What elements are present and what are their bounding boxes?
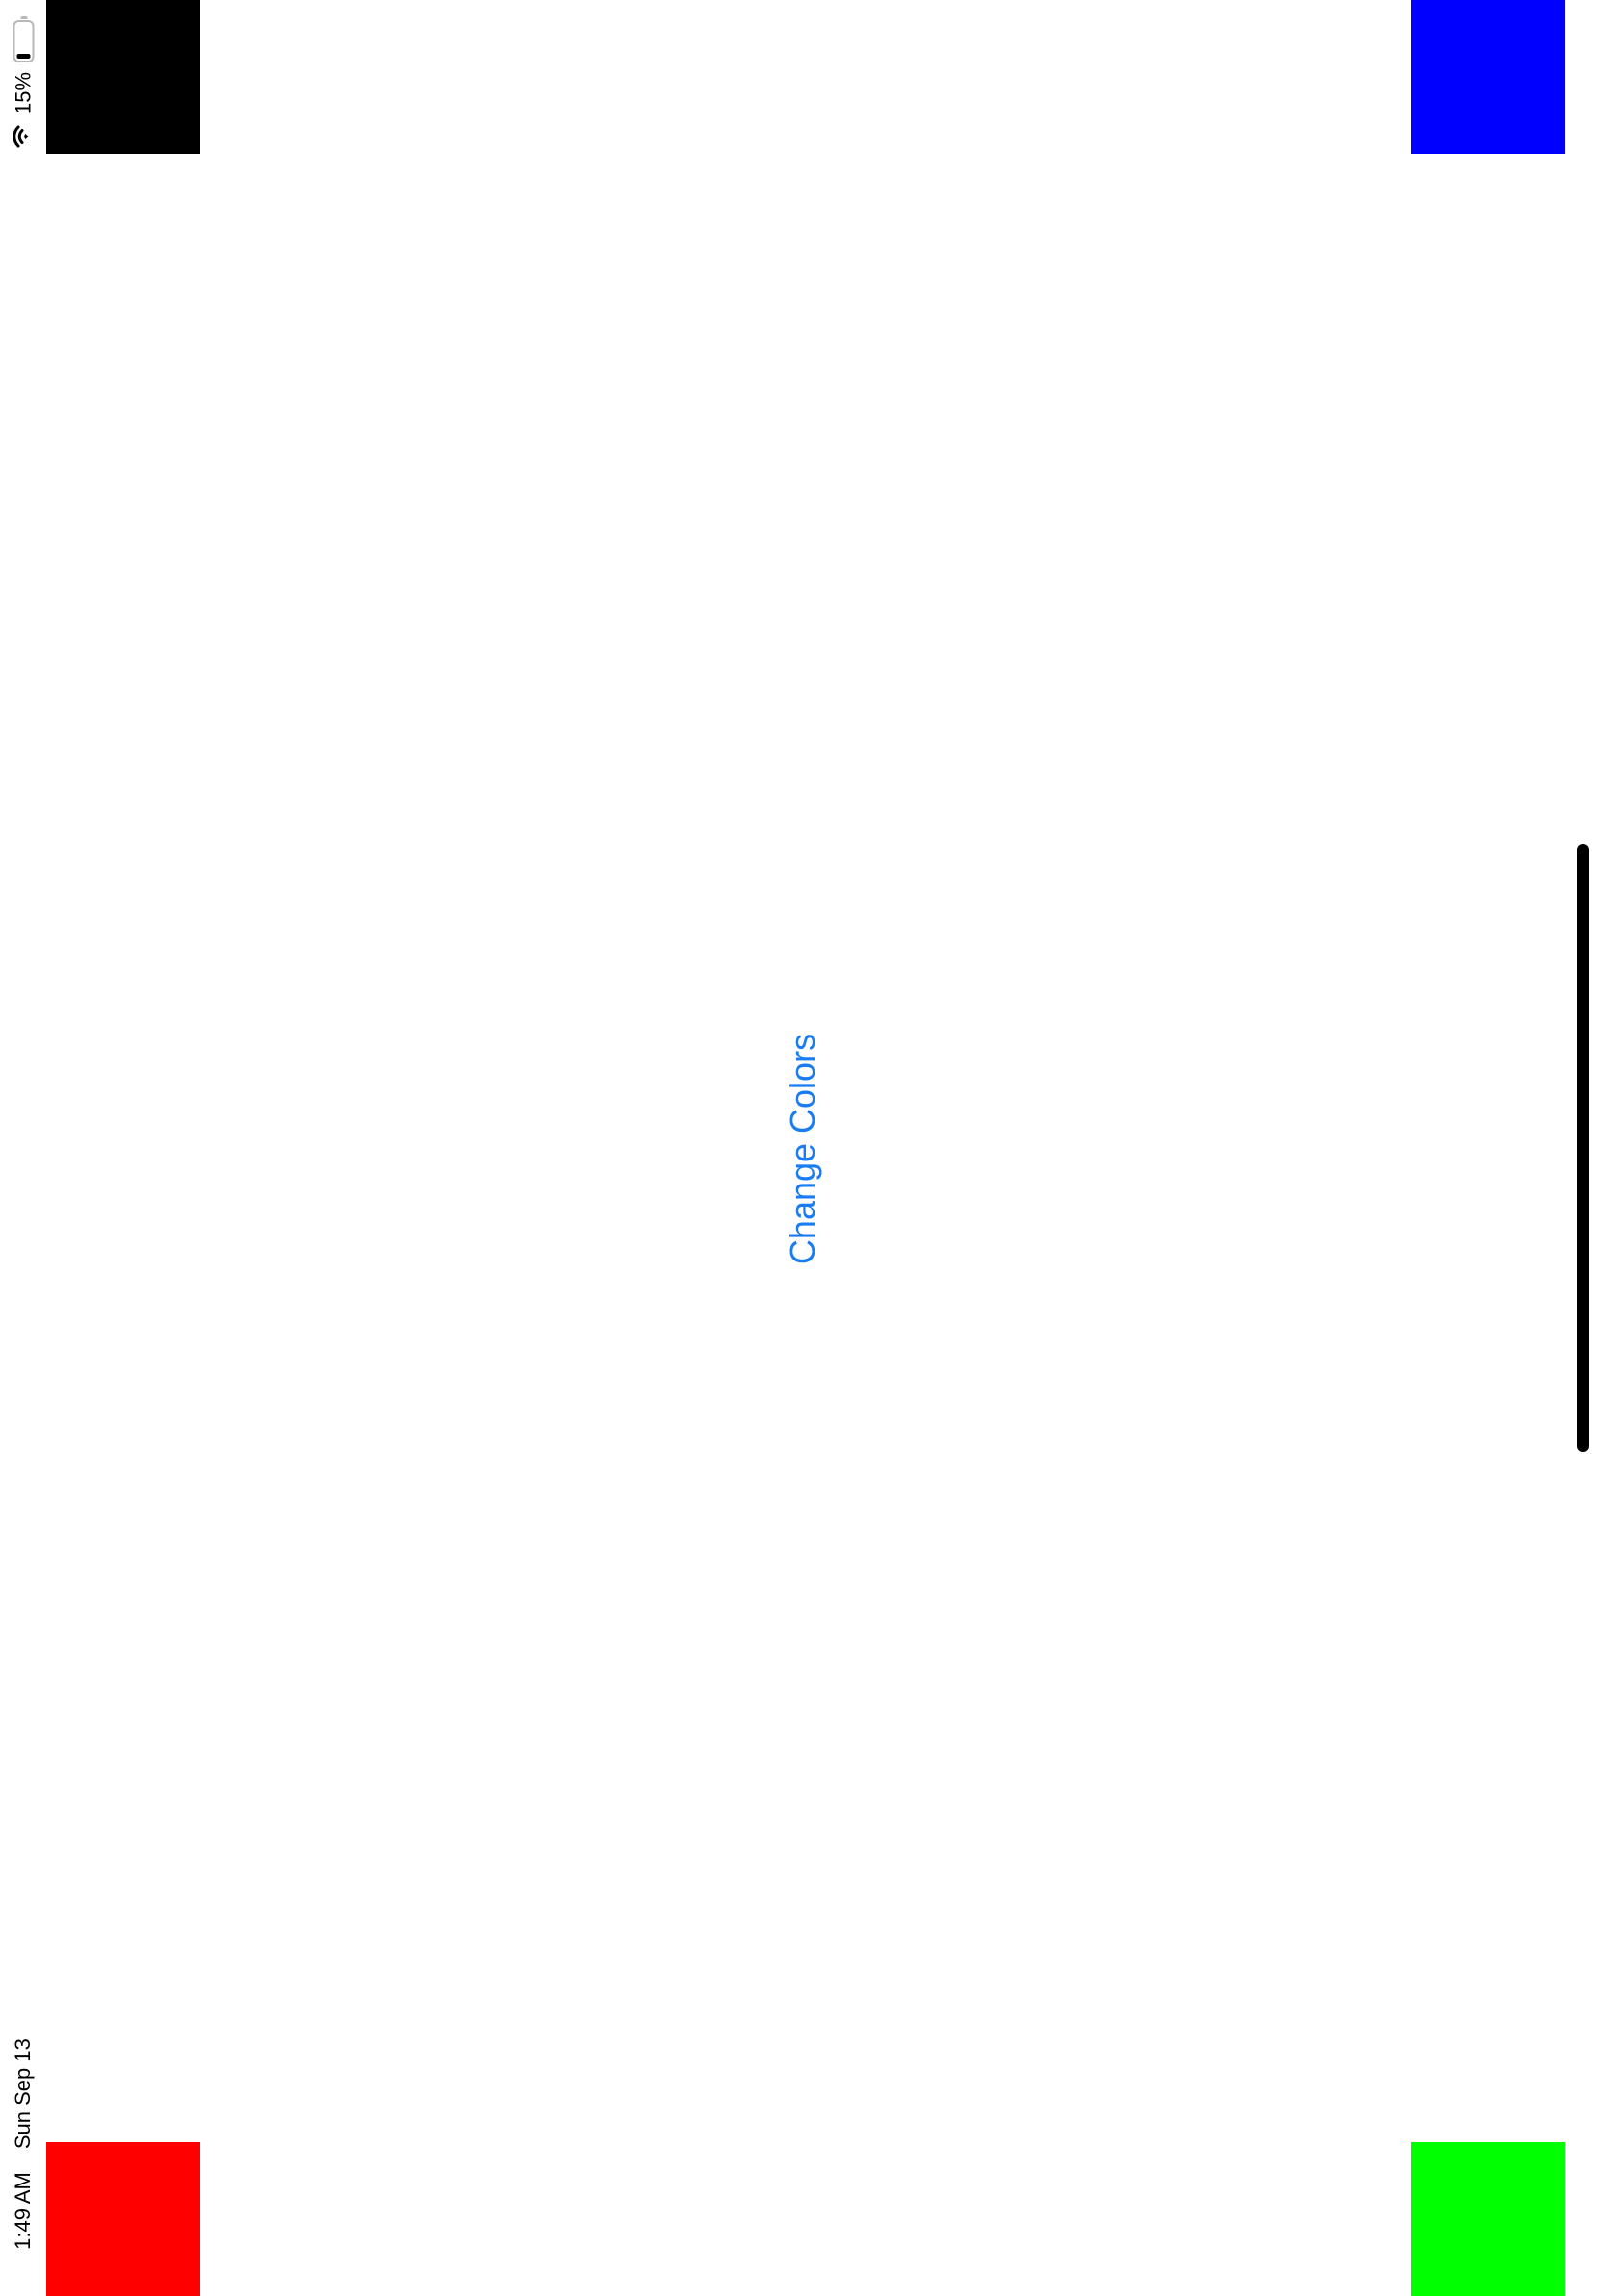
battery-level	[16, 53, 30, 59]
change-colors-button-area[interactable]: Change Colors	[769, 1019, 837, 1279]
corner-square-top-left	[46, 0, 200, 154]
battery-percent: 15%	[11, 71, 35, 114]
corner-square-bottom-left	[46, 2142, 200, 2296]
corner-square-bottom-right	[1411, 2142, 1565, 2296]
battery-icon	[13, 19, 34, 62]
app-screen: 15% 1:49 AM Sun Sep 13 Change Colors	[0, 0, 1604, 2296]
wifi-icon	[11, 124, 37, 149]
change-colors-button[interactable]: Change Colors	[783, 1034, 823, 1264]
corner-square-top-right	[1411, 0, 1565, 154]
status-bar-right-group: 15%	[8, 0, 38, 168]
status-bar-left-group: 1:49 AM Sun Sep 13	[8, 2019, 38, 2269]
home-indicator[interactable]	[1577, 844, 1589, 1452]
status-time: 1:49 AM	[11, 2172, 35, 2250]
status-date: Sun Sep 13	[11, 2038, 35, 2150]
